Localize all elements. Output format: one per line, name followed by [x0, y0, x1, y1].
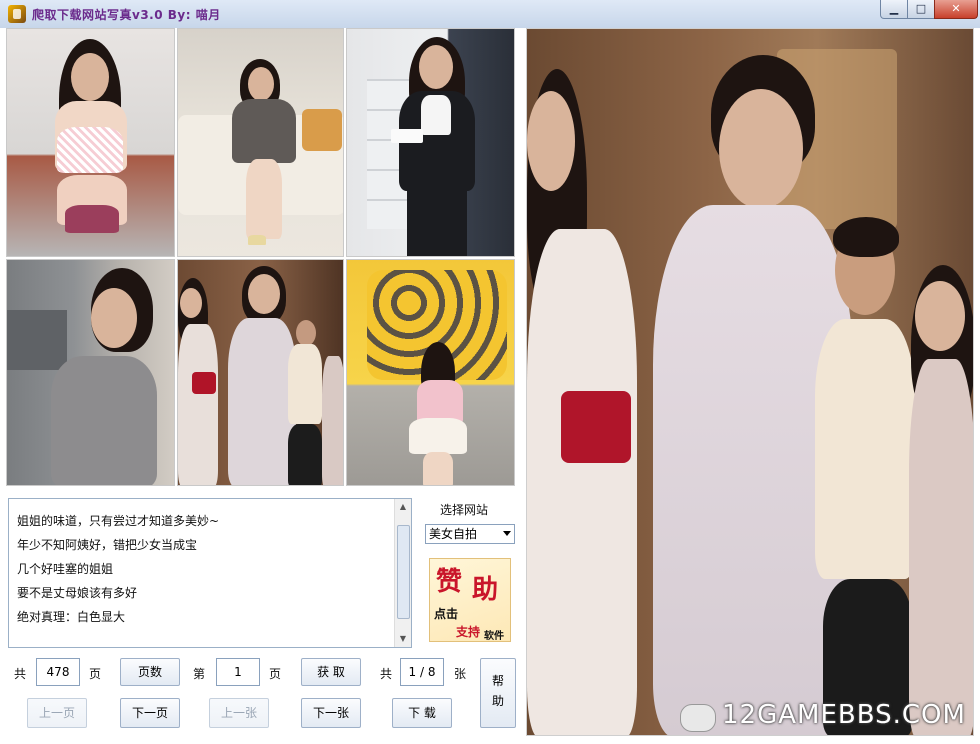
thumbnail-3[interactable]: [346, 28, 515, 257]
current-prefix: 第: [193, 667, 206, 681]
sponsor-button[interactable]: 赞 助 点击 支持 软件: [429, 558, 511, 642]
thumbnail-4[interactable]: [6, 259, 175, 486]
site-select-label: 选择网站: [440, 503, 489, 517]
thumbnail-2[interactable]: [177, 28, 344, 257]
next-page-button[interactable]: 下一页: [120, 698, 180, 728]
scroll-up-icon[interactable]: ▲: [397, 501, 409, 513]
app-icon: [8, 5, 26, 23]
total-prefix: 共: [14, 667, 27, 681]
images-unit: 张: [454, 667, 467, 681]
sponsor-text-3: 软件: [484, 631, 504, 642]
description-textbox[interactable]: 姐姐的味道，只有尝过才知道多美妙~ 年少不知阿姨好，错把少女当成宝 几个好哇塞的…: [8, 498, 412, 648]
help-button[interactable]: 帮 助: [480, 658, 516, 728]
thumbnail-1[interactable]: [6, 28, 175, 257]
total-pages-field[interactable]: 478: [36, 658, 80, 686]
sponsor-text-2: 支持: [456, 625, 481, 639]
chevron-down-icon[interactable]: [503, 531, 511, 536]
page-count-button[interactable]: 页数: [120, 658, 180, 686]
watermark-text: 12GAMEBBS.COM: [722, 700, 966, 730]
description-line: 要不是丈母娘该有多好: [17, 586, 138, 600]
maximize-button[interactable]: □: [907, 0, 935, 19]
images-prefix: 共: [380, 667, 393, 681]
image-preview[interactable]: [526, 28, 974, 736]
image-counter-field[interactable]: 1 / 8: [400, 658, 444, 686]
current-unit: 页: [269, 667, 282, 681]
current-page-field[interactable]: 1: [216, 658, 260, 686]
description-line: 绝对真理：白色显大: [17, 610, 126, 624]
description-line: 年少不知阿姨好，错把少女当成宝: [17, 538, 198, 552]
title-bar: 爬取下载网站写真v3.0 By: 喵月 ▁ □ ✕: [0, 0, 980, 29]
thumbnail-6[interactable]: [346, 259, 515, 486]
next-image-button[interactable]: 下一张: [301, 698, 361, 728]
sponsor-char-2: 助: [472, 575, 499, 605]
thumbnail-5[interactable]: [177, 259, 344, 486]
download-button[interactable]: 下 载: [392, 698, 452, 728]
scroll-thumb[interactable]: [397, 525, 410, 619]
site-select-value: 美女自拍: [429, 527, 478, 541]
fetch-button[interactable]: 获 取: [301, 658, 361, 686]
site-select[interactable]: 美女自拍: [425, 524, 515, 544]
scroll-down-icon[interactable]: ▼: [397, 633, 409, 645]
description-scrollbar[interactable]: ▲ ▼: [394, 499, 411, 647]
minimize-button[interactable]: ▁: [880, 0, 908, 19]
description-line: 几个好哇塞的姐姐: [17, 562, 114, 576]
help-label-2: 助: [491, 694, 504, 708]
close-button[interactable]: ✕: [934, 0, 978, 19]
window-title: 爬取下载网站写真v3.0 By: 喵月: [32, 8, 221, 22]
help-label-1: 帮: [491, 674, 504, 688]
description-line: 姐姐的味道，只有尝过才知道多美妙~: [17, 514, 220, 528]
prev-image-button[interactable]: 上一张: [209, 698, 269, 728]
pages-unit: 页: [89, 667, 102, 681]
gamepad-icon: [680, 704, 716, 732]
sponsor-char-1: 赞: [436, 567, 463, 597]
sponsor-text-1: 点击: [434, 607, 459, 621]
prev-page-button[interactable]: 上一页: [27, 698, 87, 728]
